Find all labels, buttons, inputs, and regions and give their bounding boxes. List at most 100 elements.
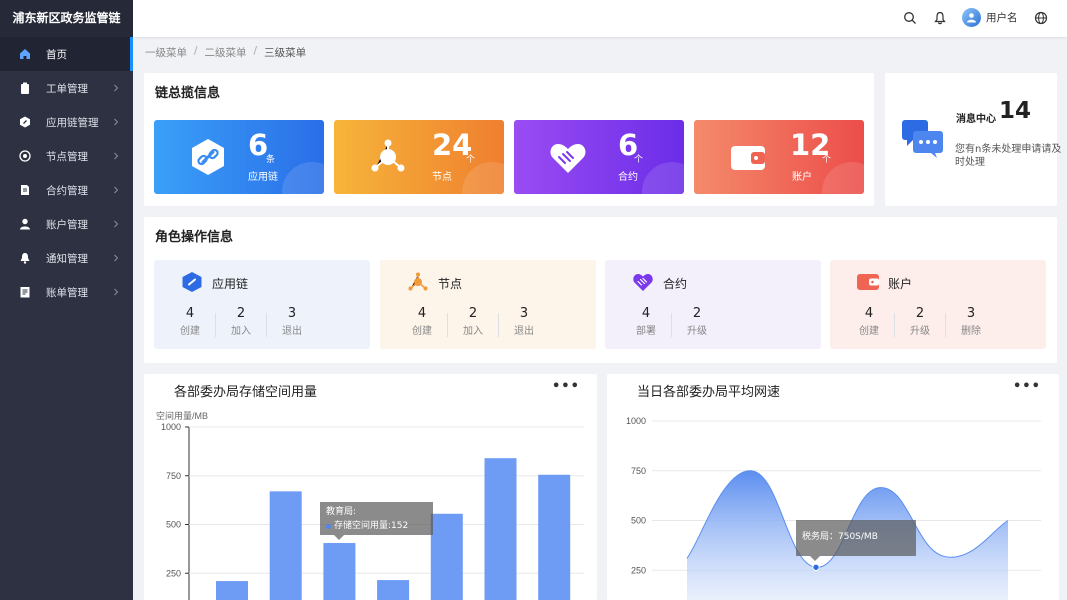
role-stat-label: 部署 [636, 326, 656, 337]
chevron-right-icon [114, 254, 119, 262]
role-stat-value: 2 [915, 306, 925, 321]
sidebar-item-label: 工单管理 [46, 82, 88, 95]
role-stat-label: 退出 [514, 326, 534, 337]
breadcrumb-item[interactable]: 二级菜单 [205, 45, 247, 60]
sidebar-item-label: 账单管理 [46, 286, 88, 299]
bar[interactable] [216, 581, 248, 600]
sidebar-menu: 首页 工单管理 应用链管理 节点管理 合约管理 账户管理 通知管理 账单管理 [0, 37, 133, 309]
handshake-icon [633, 274, 653, 291]
bar[interactable] [377, 580, 410, 600]
role-card-account[interactable]: 账户 4 创建 2 升级 3 删除 [830, 260, 1046, 349]
sidebar-item-accounts[interactable]: 账户管理 [0, 207, 133, 241]
sidebar-item-contracts[interactable]: 合约管理 [0, 173, 133, 207]
chevron-right-icon [114, 118, 119, 126]
y-tick-label: 750 [631, 466, 646, 476]
role-card-title: 节点 [438, 277, 463, 291]
search-icon[interactable] [903, 11, 917, 25]
role-stat-label: 删除 [961, 326, 981, 337]
handshake-icon [550, 144, 586, 173]
role-stat-label: 创建 [412, 326, 432, 337]
stat-label: 应用链 [248, 172, 278, 183]
decor-circle [282, 162, 324, 194]
stat-unit: 条 [266, 155, 276, 165]
chevron-right-icon [114, 288, 119, 296]
bar[interactable] [269, 491, 302, 600]
role-card-title: 应用链 [212, 277, 249, 291]
breadcrumb-current: 三级菜单 [264, 47, 307, 59]
stat-card-nodes[interactable]: 24 个 节点 [334, 120, 504, 194]
divider [447, 313, 448, 337]
tooltip-label: 税务局：750S/MB [802, 532, 878, 542]
node-network-icon [371, 139, 405, 172]
decor-circle [822, 162, 864, 194]
role-stat: 2 升级 [677, 306, 717, 337]
avatar [962, 8, 981, 27]
hexagon-icon [182, 272, 202, 292]
bar[interactable] [430, 513, 463, 600]
sidebar-item-work-orders[interactable]: 工单管理 [0, 71, 133, 105]
wallet-icon [857, 274, 879, 290]
contract-icon [19, 184, 31, 196]
sidebar-item-label: 节点管理 [46, 150, 88, 163]
sidebar-item-app-chains[interactable]: 应用链管理 [0, 105, 133, 139]
stat-label: 账户 [792, 172, 812, 183]
sidebar-item-label: 账户管理 [46, 218, 88, 231]
y-tick-label: 1000 [161, 422, 181, 432]
message-center-panel[interactable]: 消息中心 14 您有n条未处理申请请及时处理 [885, 73, 1061, 206]
role-stat-value: 3 [519, 306, 529, 321]
bell-icon[interactable] [933, 11, 947, 25]
role-card-title: 合约 [663, 277, 688, 291]
user-menu[interactable]: 用户名 [962, 8, 1018, 27]
role-stat-label: 升级 [910, 326, 930, 337]
bar[interactable] [323, 543, 356, 600]
role-stat: 4 创建 [849, 306, 889, 337]
hexagon-icon [19, 116, 31, 128]
home-icon [19, 48, 31, 60]
breadcrumb: 一级菜单 / 二级菜单 / 三级菜单 [145, 45, 306, 60]
role-stat-value: 4 [185, 306, 195, 321]
role-card-contract[interactable]: 合约 4 部署 2 升级 [605, 260, 821, 349]
app-title: 浦东新区政务监管链 [0, 0, 133, 37]
sidebar-item-notifications[interactable]: 通知管理 [0, 241, 133, 275]
role-stat-value: 2 [692, 306, 702, 321]
divider [215, 313, 216, 337]
sidebar-item-nodes[interactable]: 节点管理 [0, 139, 133, 173]
bar[interactable] [538, 474, 571, 600]
decor-circle [462, 162, 504, 194]
link-hexagon-icon [192, 139, 224, 175]
role-stat-label: 创建 [859, 326, 879, 337]
stat-card-app-chains[interactable]: 6 条 应用链 [154, 120, 324, 194]
sidebar-item-label: 通知管理 [46, 252, 88, 265]
sidebar-item-bills[interactable]: 账单管理 [0, 275, 133, 309]
stat-card-contracts[interactable]: 6 个 合约 [514, 120, 684, 194]
role-stat-value: 3 [966, 306, 976, 321]
role-stat-label: 升级 [687, 326, 707, 337]
y-tick-label: 750 [166, 471, 181, 481]
message-center-title: 消息中心 [956, 114, 996, 125]
stat-unit: 个 [466, 155, 476, 165]
y-tick-label: 1000 [626, 416, 646, 426]
sidebar-item-home[interactable]: 首页 [0, 37, 133, 71]
bar[interactable] [484, 458, 517, 600]
role-card-node[interactable]: 节点 4 创建 2 加入 3 退出 [380, 260, 596, 349]
role-stat-value: 4 [864, 306, 874, 321]
globe-icon[interactable] [1034, 11, 1048, 25]
data-point-marker[interactable] [812, 563, 820, 571]
divider [945, 313, 946, 337]
tooltip-marker [326, 523, 331, 529]
divider [671, 313, 672, 337]
role-card-title: 账户 [888, 277, 913, 291]
role-stat-label: 加入 [231, 326, 251, 337]
stat-unit: 个 [634, 155, 644, 165]
role-stat: 4 创建 [170, 306, 210, 337]
stat-card-accounts[interactable]: 12 个 账户 [694, 120, 864, 194]
chevron-right-icon [114, 152, 119, 160]
role-stat: 2 加入 [221, 306, 261, 337]
sidebar-item-label: 首页 [46, 48, 67, 61]
breadcrumb-item[interactable]: 一级菜单 [145, 45, 187, 60]
top-bar: 用户名 [133, 0, 1067, 37]
divider [498, 313, 499, 337]
role-card-app-chain[interactable]: 应用链 4 创建 2 加入 3 退出 [154, 260, 370, 349]
chart-tooltip: 教育局: 存储空间用量:152 [320, 502, 433, 540]
stat-label: 合约 [618, 172, 638, 183]
